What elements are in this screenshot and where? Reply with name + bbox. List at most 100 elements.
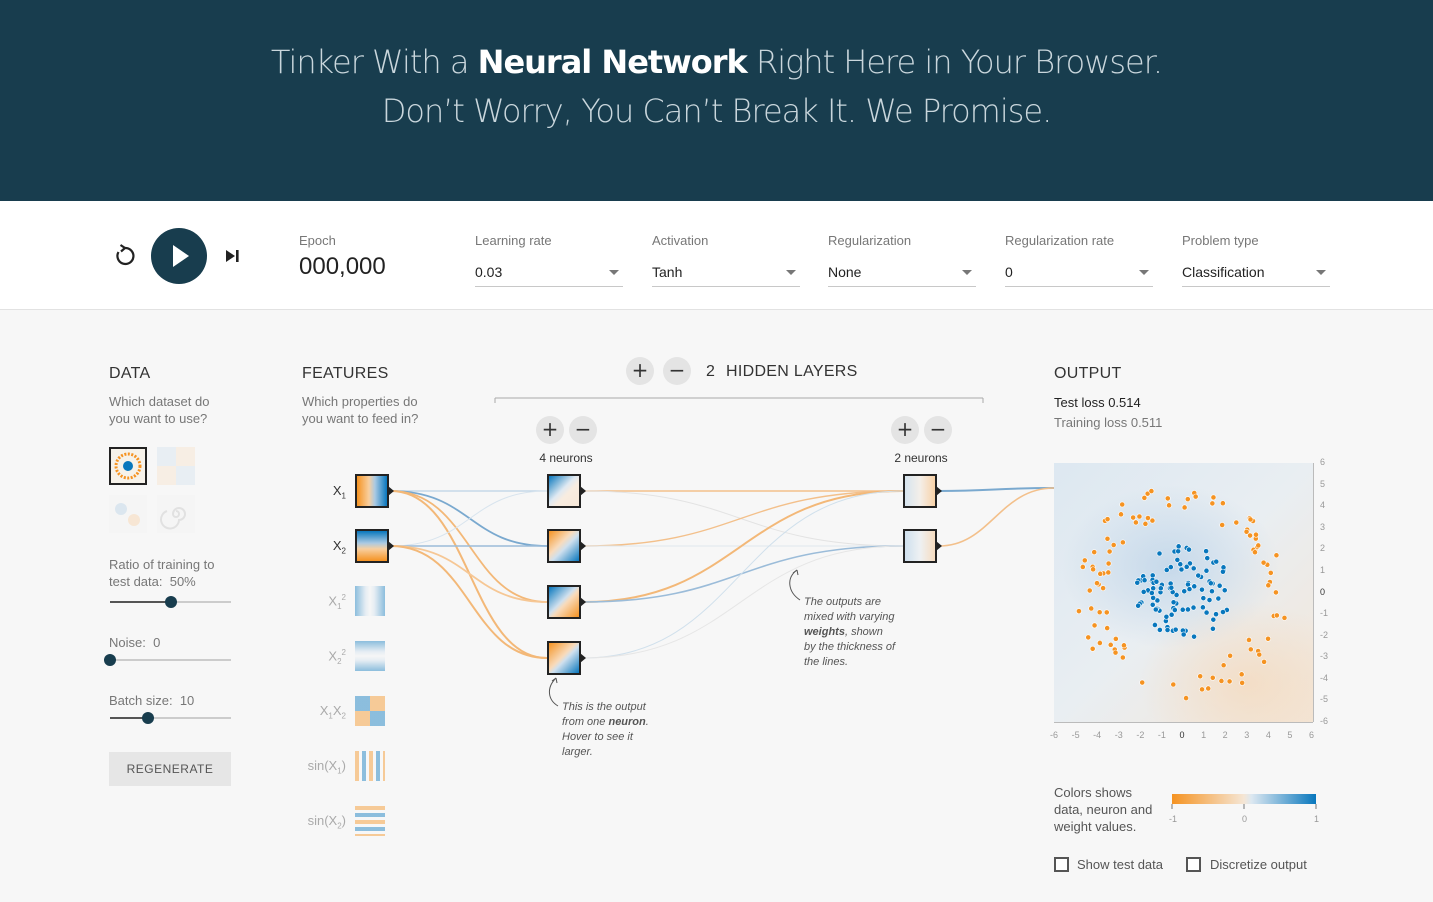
network-connections bbox=[390, 397, 1055, 707]
x-tick-label: 6 bbox=[1309, 730, 1315, 740]
color-legend-text: Colors shows data, neuron and weight val… bbox=[1054, 784, 1152, 835]
neuron-1-2[interactable] bbox=[547, 529, 581, 563]
legend-mid: 0 bbox=[1242, 814, 1248, 824]
training-loss: Training loss 0.511 bbox=[1054, 415, 1162, 430]
hidden-layers-label: HIDDEN LAYERS bbox=[726, 363, 858, 380]
feature-x1[interactable] bbox=[355, 474, 389, 508]
x-tick-label: 4 bbox=[1265, 730, 1271, 740]
feature-sin-x1[interactable] bbox=[355, 751, 385, 781]
test-loss-value: 0.514 bbox=[1108, 395, 1141, 410]
neuron-1-3[interactable] bbox=[547, 585, 581, 619]
feature-label-x2-squared: X22 bbox=[328, 648, 346, 666]
legend-text-line: Colors shows bbox=[1054, 785, 1133, 800]
discretize-output-checkbox[interactable] bbox=[1186, 857, 1201, 872]
note-line: Hover to see it bbox=[562, 731, 633, 743]
output-axes bbox=[1054, 463, 1314, 723]
y-tick-label: -2 bbox=[1320, 629, 1329, 640]
legend-max: 1 bbox=[1314, 814, 1320, 824]
feature-x2-squared[interactable] bbox=[355, 641, 385, 671]
remove-layer-button[interactable]: − bbox=[663, 357, 691, 385]
arrow-icon bbox=[388, 541, 394, 551]
layer-1-neuron-count: 4 neurons bbox=[539, 451, 593, 465]
legend-text-line: data, neuron and bbox=[1054, 802, 1153, 817]
y-tick-label: 5 bbox=[1320, 478, 1326, 489]
note-line: This is the output bbox=[562, 701, 646, 713]
note-line: larger. bbox=[562, 746, 593, 758]
feature-label-x1x2: X1X2 bbox=[319, 703, 346, 721]
feature-sin-x2[interactable] bbox=[355, 806, 385, 836]
y-tick-label: -3 bbox=[1320, 651, 1329, 662]
x-tick-label: -3 bbox=[1114, 730, 1123, 740]
arrow-icon bbox=[580, 541, 586, 551]
x-tick-label: 3 bbox=[1244, 730, 1250, 740]
note-text: . bbox=[645, 716, 649, 728]
neuron-1-4[interactable] bbox=[547, 641, 581, 675]
neuron-annotation: This is the output from one neuron. Hove… bbox=[562, 700, 649, 760]
neuron-2-1[interactable] bbox=[903, 474, 937, 508]
note-bold: weights bbox=[804, 626, 845, 638]
y-tick-label: 1 bbox=[1320, 564, 1326, 575]
output-title: OUTPUT bbox=[1054, 365, 1122, 382]
feature-x1x2[interactable] bbox=[355, 696, 385, 726]
feature-label-sin-x2: sin(X2) bbox=[307, 813, 346, 831]
y-tick-label: 2 bbox=[1320, 543, 1326, 554]
add-neuron-layer-1-button[interactable]: + bbox=[536, 416, 564, 444]
y-tick-label: -1 bbox=[1320, 608, 1329, 619]
x-tick-label: -5 bbox=[1071, 730, 1080, 740]
remove-neuron-layer-1-button[interactable]: − bbox=[569, 416, 597, 444]
add-neuron-layer-2-button[interactable]: + bbox=[891, 416, 919, 444]
legend-ticks bbox=[1171, 804, 1317, 809]
feature-label-x1-squared: X12 bbox=[328, 593, 346, 611]
x-tick-label: 2 bbox=[1222, 730, 1228, 740]
feature-label-x2: X2 bbox=[332, 538, 346, 556]
note-line: mixed with varying bbox=[804, 611, 895, 623]
note-line: by the thickness of bbox=[804, 641, 896, 653]
training-loss-value: 0.511 bbox=[1130, 415, 1163, 430]
legend-text-line: weight values. bbox=[1054, 819, 1137, 834]
feature-x2[interactable] bbox=[355, 529, 389, 563]
note-line: the lines. bbox=[804, 656, 849, 668]
x-tick-label: -4 bbox=[1093, 730, 1102, 740]
training-loss-label: Training loss bbox=[1054, 415, 1128, 430]
arrow-icon bbox=[580, 486, 586, 496]
layer-2-neuron-count: 2 neurons bbox=[894, 451, 948, 465]
feature-label-sin-x1: sin(X1) bbox=[307, 758, 346, 776]
x-tick-label: -2 bbox=[1136, 730, 1145, 740]
test-loss-label: Test loss bbox=[1054, 395, 1105, 410]
y-tick-label: 6 bbox=[1320, 457, 1326, 467]
discretize-output-label[interactable]: Discretize output bbox=[1210, 857, 1307, 872]
note-line: The outputs are bbox=[804, 596, 882, 608]
x-tick-label: -1 bbox=[1157, 730, 1166, 740]
y-tick-label: -5 bbox=[1320, 694, 1329, 705]
show-test-data-label[interactable]: Show test data bbox=[1077, 857, 1163, 872]
note-bold: neuron bbox=[608, 716, 646, 728]
weights-annotation: The outputs are mixed with varying weigh… bbox=[804, 595, 895, 670]
y-tick-label: -4 bbox=[1320, 672, 1329, 683]
feature-label-x1: X1 bbox=[332, 483, 346, 501]
y-tick-label: -6 bbox=[1320, 716, 1329, 726]
x-tick-label: 1 bbox=[1201, 730, 1207, 740]
x-tick-label: -6 bbox=[1050, 730, 1059, 740]
arrow-icon bbox=[580, 653, 586, 663]
arrow-icon bbox=[580, 597, 586, 607]
add-layer-button[interactable]: + bbox=[626, 357, 654, 385]
x-tick-label: 0 bbox=[1179, 730, 1185, 740]
arrow-icon bbox=[388, 486, 394, 496]
note-text: from one bbox=[562, 716, 609, 728]
hidden-layers-count: 2 bbox=[706, 363, 716, 380]
note-text: , shown bbox=[844, 626, 883, 638]
y-tick-label: 0 bbox=[1320, 586, 1326, 597]
legend-min: -1 bbox=[1169, 814, 1178, 824]
color-legend-bar bbox=[1172, 794, 1316, 804]
feature-x1-squared[interactable] bbox=[355, 586, 385, 616]
arrow-icon bbox=[936, 486, 942, 496]
x-tick-label: 5 bbox=[1287, 730, 1293, 740]
test-loss: Test loss 0.514 bbox=[1054, 395, 1141, 410]
y-tick-label: 3 bbox=[1320, 521, 1326, 532]
neuron-1-1[interactable] bbox=[547, 474, 581, 508]
y-tick-label: 4 bbox=[1320, 500, 1326, 511]
arrow-icon bbox=[936, 541, 942, 551]
neuron-2-2[interactable] bbox=[903, 529, 937, 563]
show-test-data-checkbox[interactable] bbox=[1054, 857, 1069, 872]
remove-neuron-layer-2-button[interactable]: − bbox=[924, 416, 952, 444]
